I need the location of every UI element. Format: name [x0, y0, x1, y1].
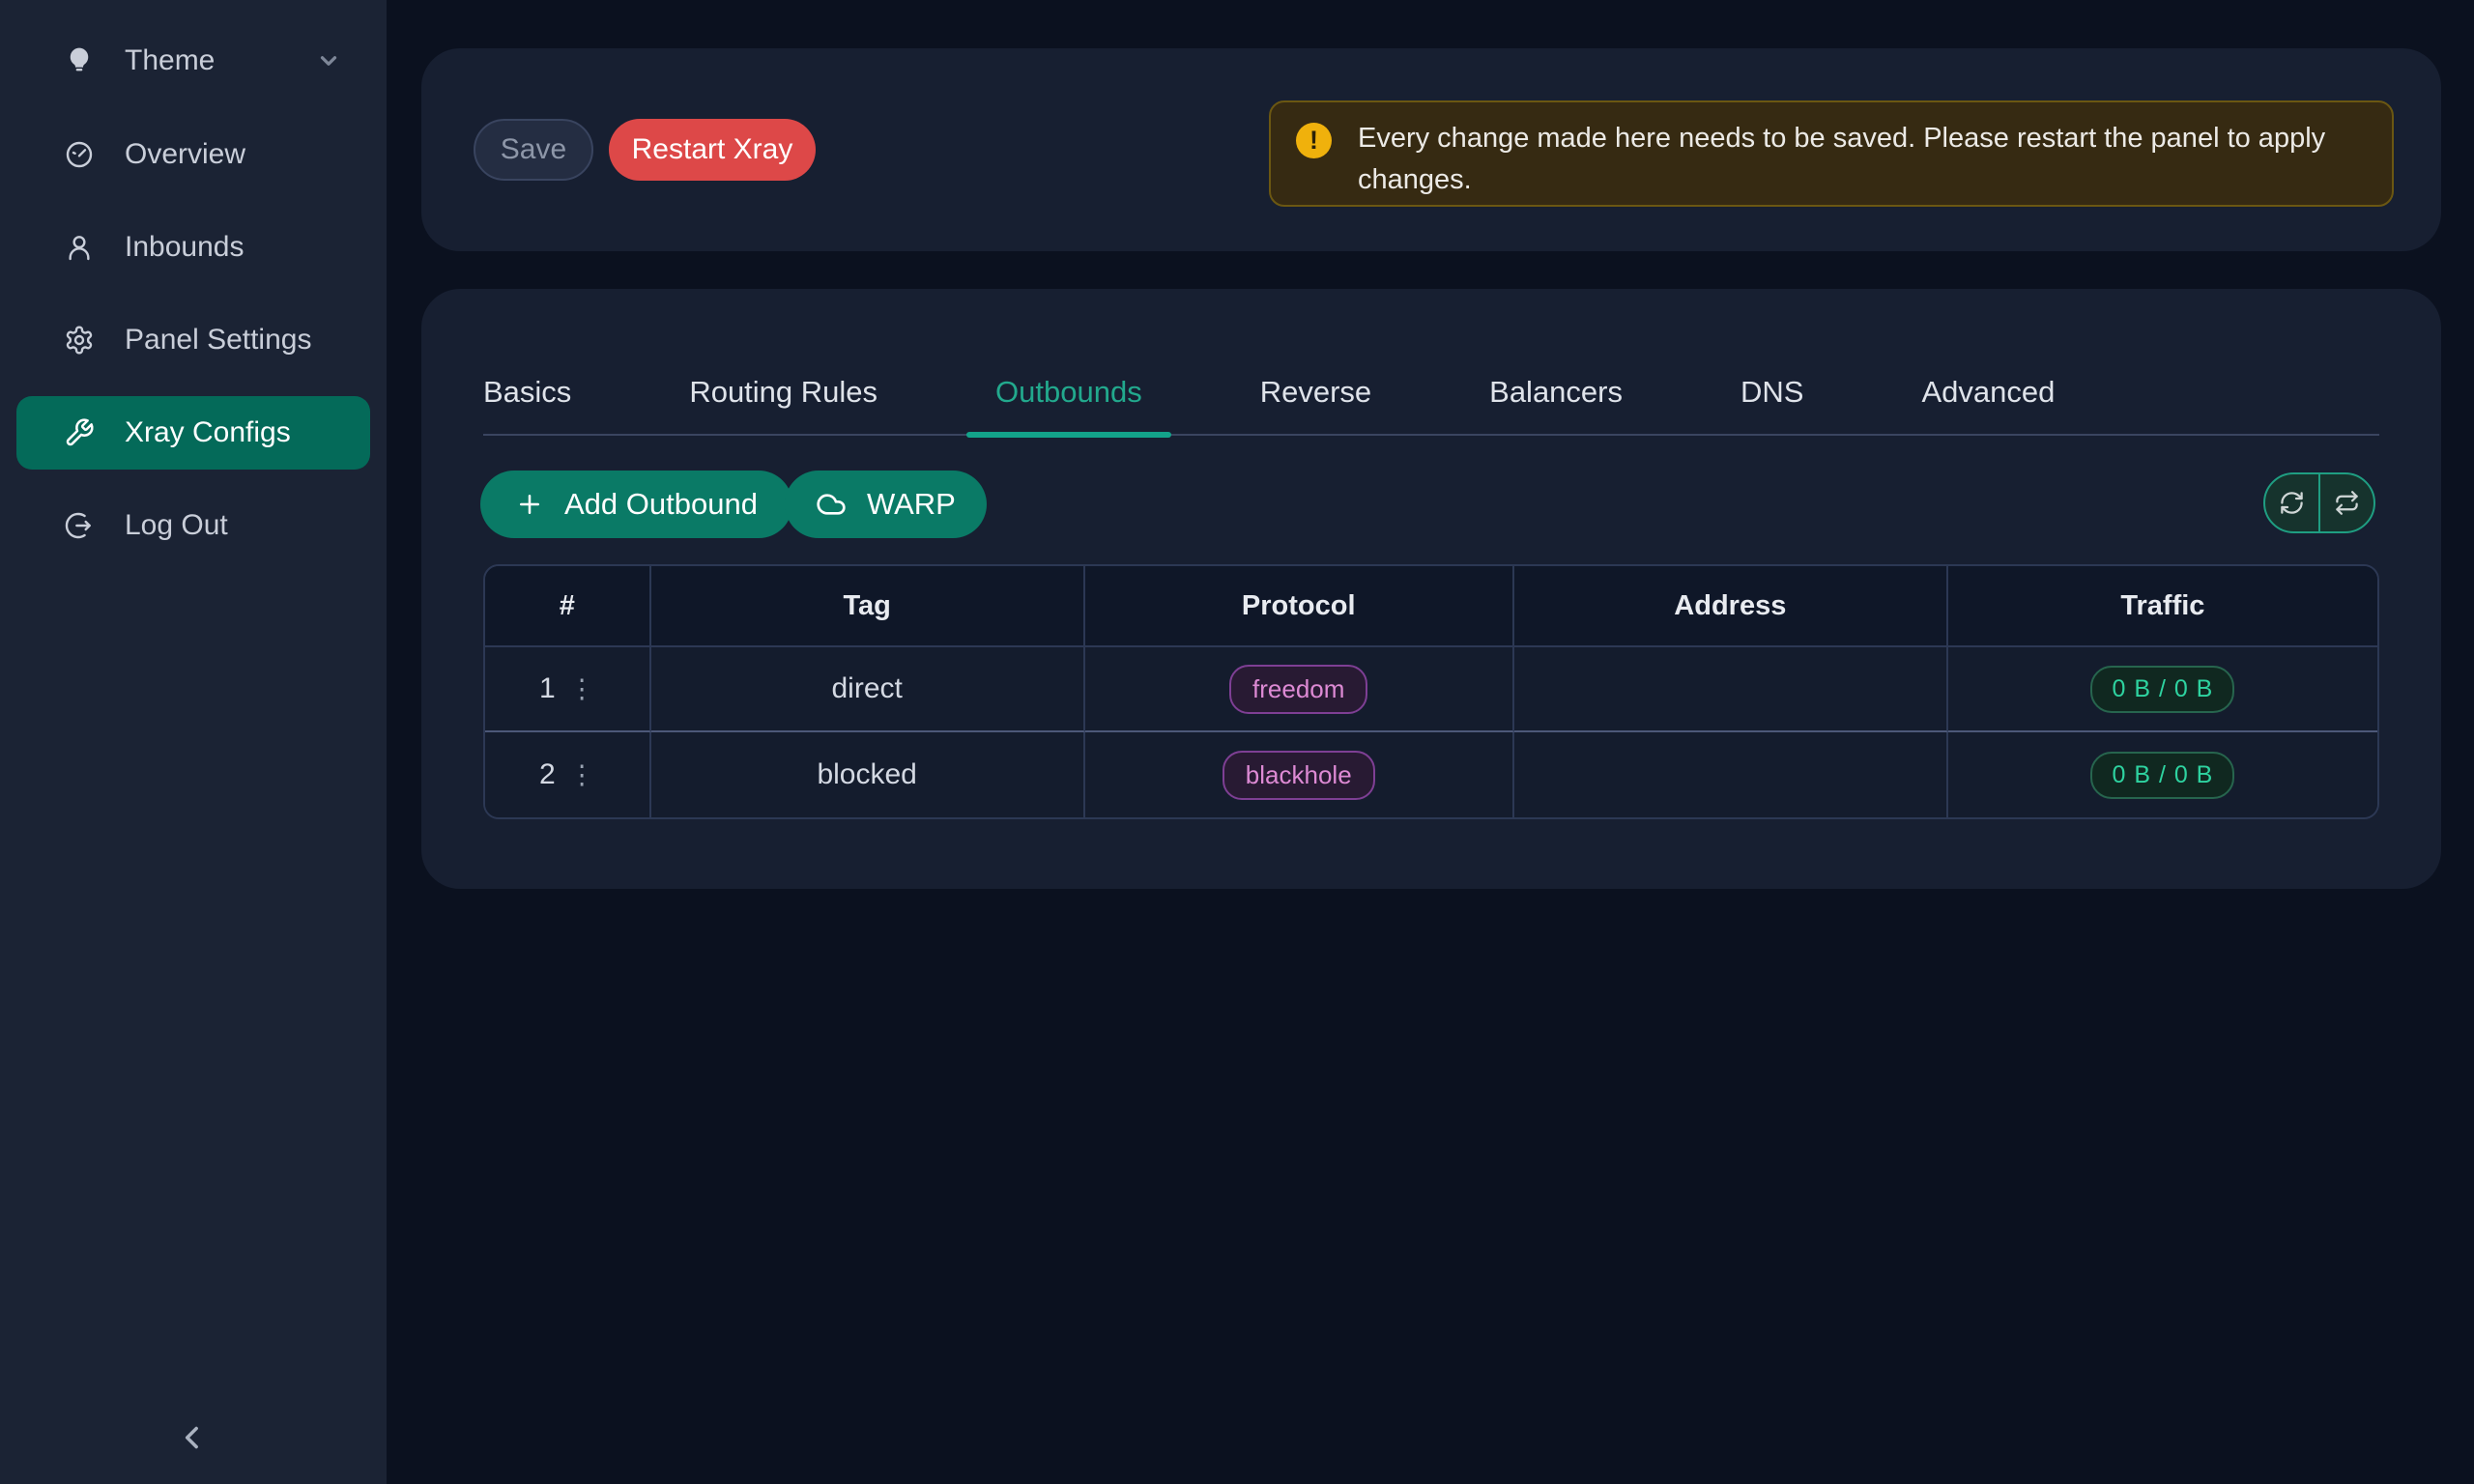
column-header-protocol: Protocol: [1085, 566, 1514, 647]
alert-message: Every change made here needs to be saved…: [1358, 118, 2334, 201]
column-header-tag: Tag: [651, 566, 1085, 647]
warp-button[interactable]: WARP: [785, 471, 987, 538]
column-header-index: #: [485, 566, 651, 647]
repeat-icon: [2334, 490, 2360, 516]
restart-warning-alert: ! Every change made here needs to be sav…: [1269, 100, 2394, 207]
table-row[interactable]: 2 ⋮ blocked blackhole 0 B / 0 B: [485, 732, 2377, 817]
theme-label: Theme: [125, 44, 215, 77]
refresh-button[interactable]: [2265, 474, 2320, 531]
sidebar-item-label: Overview: [125, 138, 245, 171]
traffic-badge: 0 B / 0 B: [2090, 752, 2234, 799]
sidebar-collapse-button[interactable]: [155, 1409, 232, 1467]
sidebar-item-xray-configs[interactable]: Xray Configs: [16, 396, 370, 470]
drag-handle-icon[interactable]: ⋮: [569, 762, 595, 788]
tab-advanced[interactable]: Advanced: [1921, 375, 2055, 434]
tab-outbounds[interactable]: Outbounds: [995, 375, 1142, 434]
toolbar-card: Save Restart Xray ! Every change made he…: [421, 48, 2441, 251]
refresh-icon: [2279, 490, 2305, 516]
chevron-left-icon: [175, 1419, 212, 1456]
warp-label: WARP: [867, 487, 956, 522]
sidebar-item-log-out[interactable]: Log Out: [16, 489, 370, 562]
row-index: 1: [539, 672, 556, 705]
traffic-badge: 0 B / 0 B: [2090, 666, 2234, 713]
chevron-down-icon: [316, 48, 341, 73]
xray-config-card: Basics Routing Rules Outbounds Reverse B…: [421, 289, 2441, 889]
sidebar-item-label: Panel Settings: [125, 324, 311, 357]
lightbulb-icon: [64, 45, 95, 76]
column-header-address: Address: [1514, 566, 1948, 647]
protocol-badge: blackhole: [1223, 751, 1375, 800]
drag-handle-icon[interactable]: ⋮: [569, 676, 595, 702]
gauge-icon: [64, 139, 95, 170]
restart-xray-button[interactable]: Restart Xray: [609, 119, 816, 181]
tab-basics[interactable]: Basics: [483, 375, 571, 434]
sidebar-item-label: Inbounds: [125, 231, 244, 264]
tab-balancers[interactable]: Balancers: [1489, 375, 1623, 434]
sidebar-item-overview[interactable]: Overview: [16, 118, 370, 191]
sidebar-item-inbounds[interactable]: Inbounds: [16, 211, 370, 284]
outbounds-table: # Tag Protocol Address Traffic 1 ⋮ direc…: [483, 564, 2379, 819]
table-row[interactable]: 1 ⋮ direct freedom 0 B / 0 B: [485, 647, 2377, 732]
save-button[interactable]: Save: [474, 119, 593, 181]
warning-icon: !: [1296, 123, 1332, 158]
sidebar-item-label: Log Out: [125, 509, 228, 542]
table-refresh-controls: [2263, 472, 2375, 533]
row-index: 2: [539, 758, 556, 791]
user-icon: [64, 232, 95, 263]
address-cell: [1514, 732, 1948, 817]
logout-icon: [64, 510, 95, 541]
sidebar-item-panel-settings[interactable]: Panel Settings: [16, 303, 370, 377]
protocol-badge: freedom: [1229, 665, 1367, 714]
plus-icon: [515, 490, 544, 519]
repeat-button[interactable]: [2320, 474, 2373, 531]
tag-cell: blocked: [651, 732, 1085, 817]
cloud-icon: [816, 489, 847, 520]
sidebar: Theme Overview Inbounds: [0, 0, 387, 1484]
add-outbound-label: Add Outbound: [564, 487, 758, 522]
gear-icon: [64, 325, 95, 356]
wrench-icon: [64, 417, 95, 448]
address-cell: [1514, 647, 1948, 732]
add-outbound-button[interactable]: Add Outbound: [480, 471, 792, 538]
column-header-traffic: Traffic: [1948, 566, 2377, 647]
tab-reverse[interactable]: Reverse: [1260, 375, 1371, 434]
table-header-row: # Tag Protocol Address Traffic: [485, 566, 2377, 647]
theme-selector[interactable]: Theme: [16, 24, 370, 98]
tag-cell: direct: [651, 647, 1085, 732]
config-tab-bar: Basics Routing Rules Outbounds Reverse B…: [483, 289, 2379, 436]
tab-dns[interactable]: DNS: [1740, 375, 1803, 434]
tab-routing-rules[interactable]: Routing Rules: [689, 375, 877, 434]
sidebar-item-label: Xray Configs: [125, 416, 291, 449]
